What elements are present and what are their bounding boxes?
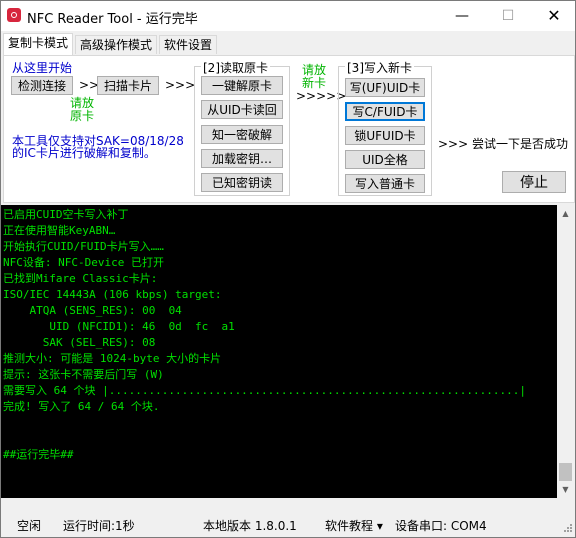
known-key-crack-button[interactable]: 知一密破解	[201, 125, 283, 144]
log-line: 完成! 写入了 64 / 64 个块.	[3, 400, 160, 413]
scan-card-button[interactable]: 扫描卡片	[97, 76, 159, 95]
lock-ufuid-button[interactable]: 锁UFUID卡	[345, 126, 425, 145]
read-with-known-keys-button[interactable]: 已知密钥读	[201, 173, 283, 192]
log-console[interactable]: 已启用CUID空卡写入补丁 正在使用智能KeyABN… 开始执行CUID/FUI…	[1, 205, 557, 498]
write-group-title: [3]写入新卡	[345, 59, 414, 76]
write-new-card-group: [3]写入新卡 写(UF)UID卡 写C/FUID卡 锁UFUID卡 UID全格…	[338, 59, 432, 196]
nfc-app-icon	[7, 8, 21, 22]
one-click-crack-button[interactable]: 一键解原卡	[201, 76, 283, 95]
title-bar[interactable]: NFC Reader Tool - 运行完毕 — ☐ ✕	[1, 1, 575, 31]
log-line: 已启用CUID空卡写入补丁	[3, 208, 129, 221]
status-runtime: 运行时间:1秒	[63, 519, 135, 533]
tab-advanced-mode[interactable]: 高级操作模式	[75, 35, 158, 54]
status-bar: 空闲 运行时间:1秒 本地版本 1.8.0.1 软件教程 ▾ 设备串口: COM…	[1, 513, 575, 537]
tab-copy-mode[interactable]: 复制卡模式	[3, 33, 74, 55]
window-title: NFC Reader Tool - 运行完毕	[27, 12, 198, 27]
scroll-up-icon[interactable]: ▲	[557, 205, 574, 222]
write-cfuid-button[interactable]: 写C/FUID卡	[345, 102, 425, 121]
log-line: ##运行完毕##	[3, 448, 74, 461]
minimize-button[interactable]: —	[439, 1, 485, 31]
log-line: 正在使用智能KeyABN…	[3, 224, 116, 237]
write-normal-card-button[interactable]: 写入普通卡	[345, 174, 425, 193]
log-line: ISO/IEC 14443A (106 kbps) target:	[3, 288, 222, 301]
support-note-line2: 的IC卡片进行破解和复制。	[12, 146, 156, 160]
app-window: NFC Reader Tool - 运行完毕 — ☐ ✕ 复制卡模式 高级操作模…	[0, 0, 576, 538]
load-keys-button[interactable]: 加载密钥…	[201, 149, 283, 168]
stop-button[interactable]: 停止	[502, 171, 566, 193]
close-button[interactable]: ✕	[531, 1, 575, 31]
status-device-port: 设备串口: COM4	[395, 519, 487, 533]
log-line: 开始执行CUID/FUID卡片写入……	[3, 240, 164, 253]
log-line: 推测大小: 可能是 1024-byte 大小的卡片	[3, 352, 222, 365]
log-line: 已找到Mifare Classic卡片:	[3, 272, 158, 285]
status-version: 本地版本 1.8.0.1	[203, 519, 297, 533]
try-result-hint: >>> 尝试一下是否成功	[438, 137, 568, 151]
place-new-card-hint: 请放新卡	[301, 63, 326, 90]
log-line: UID (NFCID1): 46 0d fc a1	[3, 320, 235, 333]
start-hint: 从这里开始	[12, 61, 73, 75]
log-line: ATQA (SENS_RES): 00 04	[3, 304, 182, 317]
read-from-uid-button[interactable]: 从UID卡读回	[201, 100, 283, 119]
uid-format-button[interactable]: UID全格	[345, 150, 425, 169]
resize-grip-icon[interactable]	[561, 521, 573, 535]
read-source-group: [2]读取原卡 一键解原卡 从UID卡读回 知一密破解 加载密钥… 已知密钥读	[194, 59, 290, 196]
copy-mode-panel: 从这里开始 检测连接 >> 扫描卡片 >>> 请放原卡 本工具仅支持对SAK=0…	[3, 55, 575, 203]
write-uf-uid-button[interactable]: 写(UF)UID卡	[345, 78, 425, 97]
maximize-button[interactable]: ☐	[485, 1, 531, 31]
log-line: 提示: 这张卡不需要后门写 (W)	[3, 368, 164, 381]
status-state: 空闲	[17, 519, 42, 533]
software-tutorial-menu[interactable]: 软件教程 ▾	[325, 517, 383, 534]
detect-connection-button[interactable]: 检测连接	[11, 76, 73, 95]
tab-settings[interactable]: 软件设置	[159, 35, 218, 54]
arrow-to-read: >>>	[165, 78, 196, 92]
log-line: SAK (SEL_RES): 08	[3, 336, 156, 349]
log-line: 需要写入 64 个块 |............................…	[3, 384, 526, 397]
read-group-title: [2]读取原卡	[201, 59, 270, 76]
scroll-down-icon[interactable]: ▼	[557, 481, 574, 498]
scroll-thumb[interactable]	[559, 463, 572, 481]
console-scrollbar[interactable]: ▲ ▼	[557, 205, 574, 498]
log-line: NFC设备: NFC-Device 已打开	[3, 256, 164, 269]
place-source-card-hint: 请放原卡	[69, 96, 94, 123]
